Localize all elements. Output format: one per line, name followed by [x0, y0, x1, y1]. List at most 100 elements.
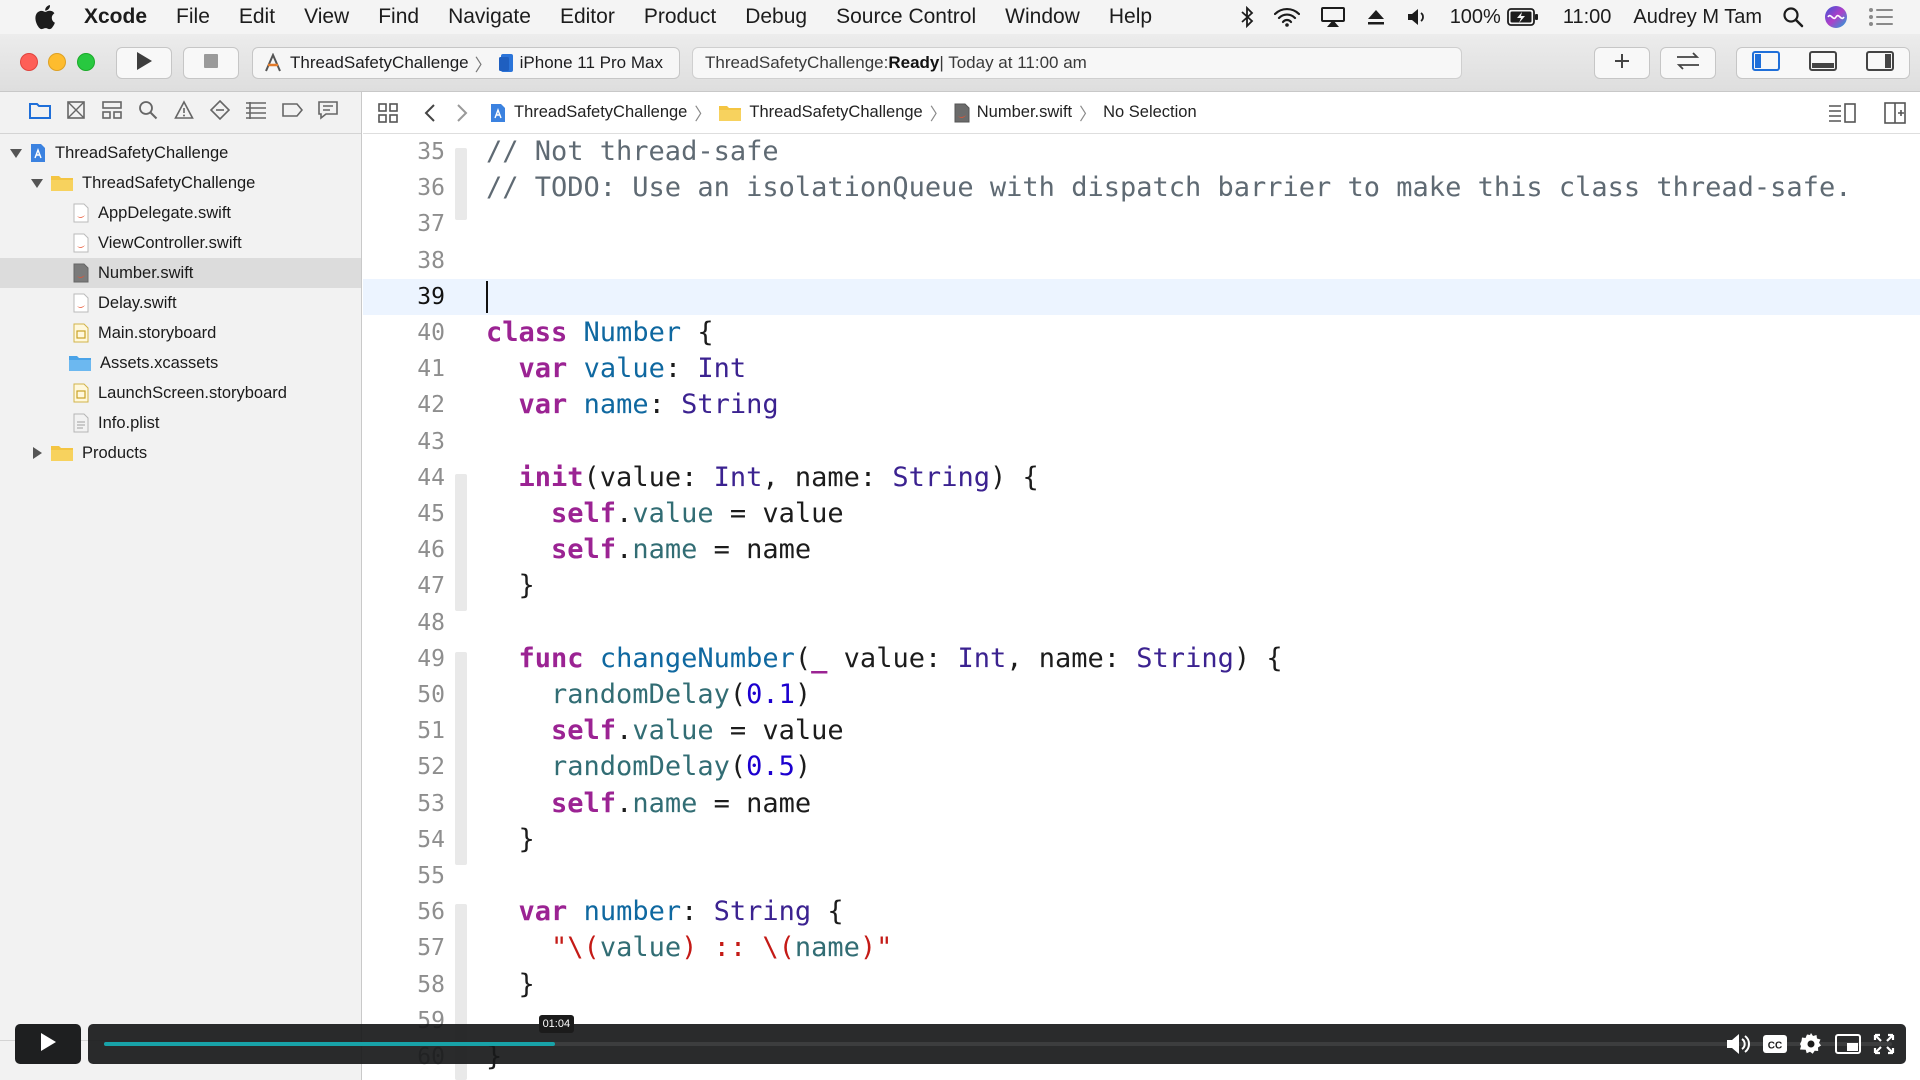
find-navigator-tab[interactable]: [130, 95, 166, 131]
line-number[interactable]: 48: [363, 605, 445, 641]
line-number[interactable]: 40: [363, 315, 445, 351]
line-number[interactable]: 51: [363, 713, 445, 749]
menu-editor[interactable]: Editor: [560, 5, 615, 29]
video-progress-bar[interactable]: [88, 1024, 1906, 1064]
user-name[interactable]: Audrey M Tam: [1633, 6, 1762, 29]
code-line[interactable]: randomDelay(0.1): [486, 677, 811, 713]
navigator-toggle-icon[interactable]: [1751, 50, 1780, 76]
code-line[interactable]: self.name = name: [486, 786, 811, 822]
tree-item-group[interactable]: ThreadSafetyChallenge: [0, 168, 361, 198]
report-navigator-tab[interactable]: [310, 95, 346, 131]
airplay-icon[interactable]: [1320, 6, 1346, 28]
line-number[interactable]: 46: [363, 532, 445, 568]
menu-navigate[interactable]: Navigate: [448, 5, 531, 29]
line-number[interactable]: 44: [363, 460, 445, 496]
line-number[interactable]: 35: [363, 134, 445, 170]
line-number[interactable]: 49: [363, 641, 445, 677]
menu-debug[interactable]: Debug: [745, 5, 807, 29]
code-line[interactable]: // Not thread-safe: [486, 134, 779, 170]
code-line[interactable]: randomDelay(0.5): [486, 749, 811, 785]
menu-view[interactable]: View: [304, 5, 349, 29]
source-control-navigator-tab[interactable]: [58, 95, 94, 131]
menu-file[interactable]: File: [176, 5, 210, 29]
related-items-grid-icon[interactable]: [373, 102, 403, 123]
window-fullscreen-button[interactable]: [77, 53, 95, 71]
bluetooth-icon[interactable]: [1240, 6, 1254, 28]
code-line[interactable]: "\(value) :: \(name)": [486, 930, 892, 966]
code-line[interactable]: }: [486, 967, 535, 1003]
library-button[interactable]: [1594, 47, 1650, 79]
code-fold-ribbon[interactable]: [455, 474, 467, 611]
disclosure-closed-icon[interactable]: [30, 446, 44, 460]
forward-chevron-icon[interactable]: [449, 103, 475, 123]
code-line[interactable]: class Number {: [486, 315, 714, 351]
line-number[interactable]: 53: [363, 786, 445, 822]
line-number[interactable]: 45: [363, 496, 445, 532]
code-line[interactable]: self.name = name: [486, 532, 811, 568]
tree-item-file[interactable]: Assets.xcassets: [0, 348, 361, 378]
scheme-name[interactable]: ThreadSafetyChallenge: [290, 53, 469, 73]
symbol-navigator-tab[interactable]: [94, 95, 130, 131]
code-review-button[interactable]: [1660, 47, 1716, 79]
line-number[interactable]: 37: [363, 206, 445, 242]
stop-button[interactable]: [183, 47, 239, 79]
progress-track[interactable]: [104, 1042, 1892, 1046]
closed-captions-icon[interactable]: CC: [1760, 1030, 1790, 1058]
apple-menu-icon[interactable]: [30, 2, 60, 32]
code-line[interactable]: var name: String: [486, 387, 779, 423]
code-line[interactable]: init(value: Int, name: String) {: [486, 460, 1039, 496]
code-fold-ribbon[interactable]: [455, 652, 467, 865]
disclosure-open-icon[interactable]: [9, 146, 23, 160]
test-navigator-tab[interactable]: [202, 95, 238, 131]
run-button[interactable]: [116, 47, 172, 79]
wifi-icon[interactable]: [1273, 7, 1300, 27]
menu-window[interactable]: Window: [1005, 5, 1080, 29]
code-line[interactable]: // TODO: Use an isolationQueue with disp…: [486, 170, 1851, 206]
breadcrumb-selection[interactable]: No Selection: [1103, 103, 1197, 122]
tree-item-file[interactable]: ViewController.swift: [0, 228, 361, 258]
line-number[interactable]: 42: [363, 387, 445, 423]
menu-find[interactable]: Find: [378, 5, 419, 29]
line-number[interactable]: 50: [363, 677, 445, 713]
source-editor[interactable]: 35 36 37 38 39 40 41 42 43 44 45 46 47 48 49 50 51 52 53 54…: [363, 134, 1920, 1080]
tree-item-file[interactable]: LaunchScreen.storyboard: [0, 378, 361, 408]
editor-options-icon[interactable]: [1828, 103, 1856, 128]
code-line[interactable]: }: [486, 822, 535, 858]
breakpoint-navigator-tab[interactable]: [274, 95, 310, 131]
line-number[interactable]: 52: [363, 749, 445, 785]
issue-navigator-tab[interactable]: [166, 95, 202, 131]
notification-center-icon[interactable]: [1868, 7, 1894, 27]
line-number[interactable]: 41: [363, 351, 445, 387]
window-minimize-button[interactable]: [48, 53, 66, 71]
window-close-button[interactable]: [20, 53, 38, 71]
debug-area-toggle-icon[interactable]: [1808, 50, 1837, 76]
run-destination[interactable]: iPhone 11 Pro Max: [520, 53, 663, 73]
menu-product[interactable]: Product: [644, 5, 716, 29]
breadcrumb-project[interactable]: ThreadSafetyChallenge: [489, 103, 687, 123]
battery-charging-icon[interactable]: [1506, 8, 1539, 26]
tree-item-file[interactable]: AppDelegate.swift: [0, 198, 361, 228]
code-line[interactable]: }: [486, 568, 535, 604]
code-line[interactable]: self.value = value: [486, 713, 844, 749]
back-chevron-icon[interactable]: [417, 103, 443, 123]
line-number[interactable]: 58: [363, 967, 445, 1003]
code-fold-ribbon[interactable]: [455, 148, 467, 220]
line-number[interactable]: 57: [363, 930, 445, 966]
line-number[interactable]: 38: [363, 243, 445, 279]
tree-item-project[interactable]: ThreadSafetyChallenge: [0, 138, 361, 168]
tree-item-file[interactable]: Info.plist: [0, 408, 361, 438]
picture-in-picture-icon[interactable]: [1833, 1030, 1863, 1058]
tree-item-file[interactable]: Main.storyboard: [0, 318, 361, 348]
menubar-clock[interactable]: 11:00: [1563, 6, 1612, 29]
line-number[interactable]: 39: [363, 279, 445, 315]
volume-icon[interactable]: [1723, 1030, 1753, 1058]
video-play-button[interactable]: [15, 1024, 81, 1064]
code-line[interactable]: self.value = value: [486, 496, 844, 532]
menu-source-control[interactable]: Source Control: [836, 5, 976, 29]
menu-help[interactable]: Help: [1109, 5, 1152, 29]
line-number[interactable]: 56: [363, 894, 445, 930]
line-number-gutter[interactable]: 35 36 37 38 39 40 41 42 43 44 45 46 47 48 49 50 51 52 53 54…: [363, 134, 445, 1080]
settings-gear-icon[interactable]: [1796, 1030, 1826, 1058]
debug-navigator-tab[interactable]: [238, 95, 274, 131]
line-number[interactable]: 43: [363, 424, 445, 460]
